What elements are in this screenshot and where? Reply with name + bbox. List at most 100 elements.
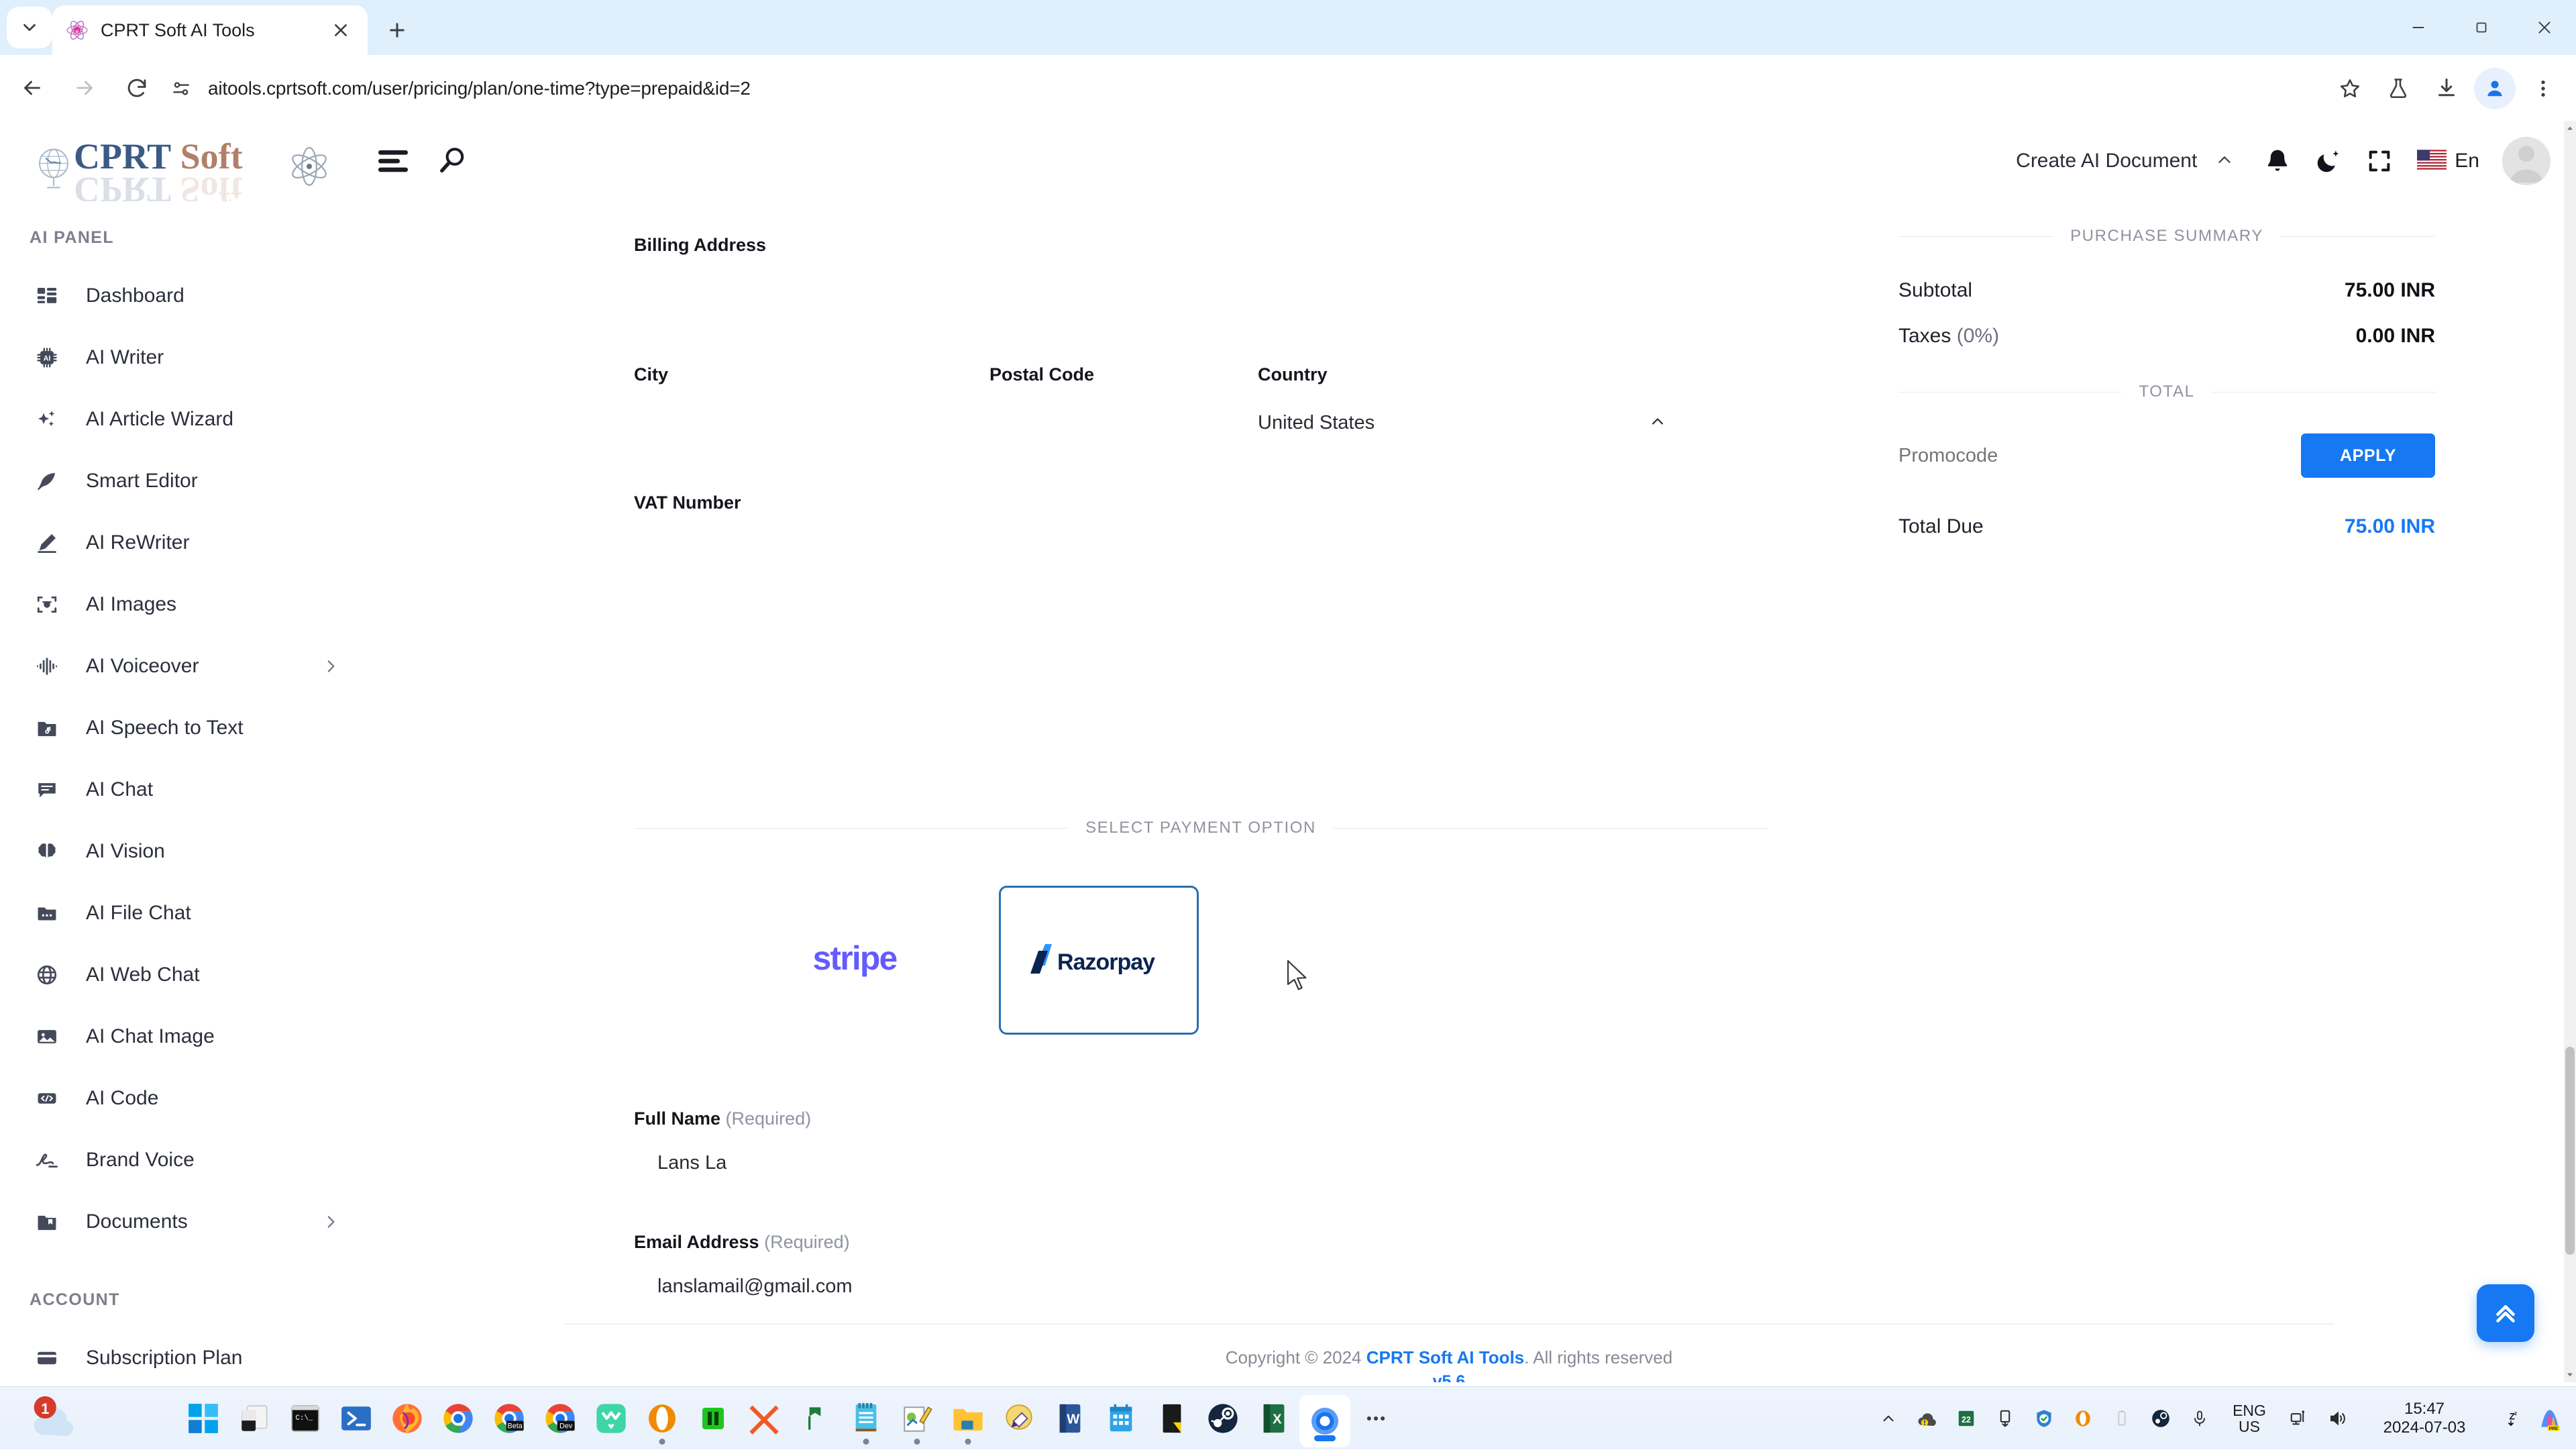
taskbar-opera[interactable] [637, 1387, 688, 1450]
avatar[interactable] [2502, 137, 2551, 185]
taskbar-paint-app[interactable] [892, 1387, 943, 1450]
taskbar-sticky-note-app[interactable] [994, 1387, 1044, 1450]
usb-eject-icon[interactable] [1986, 1387, 2025, 1450]
sidebar-item-dashboard[interactable]: Dashboard [0, 265, 362, 327]
taskbar-black-yellow-app[interactable] [1146, 1387, 1197, 1450]
apply-promocode-button[interactable]: APPLY [2301, 433, 2435, 478]
site-settings-icon[interactable] [168, 75, 195, 102]
sidebar-item-ai-images[interactable]: AI Images [0, 574, 362, 635]
scrollbar-up-arrow[interactable] [2564, 121, 2576, 136]
page-scrollbar[interactable] [2564, 121, 2576, 1382]
taskbar-notes-app[interactable] [841, 1387, 892, 1450]
taskbar-chrome-beta[interactable]: Beta [484, 1387, 535, 1450]
taskbar-chrome-dev[interactable]: Dev [535, 1387, 586, 1450]
theme-toggle-button[interactable] [2303, 136, 2354, 187]
back-button[interactable] [12, 68, 52, 108]
downloads-button[interactable] [2426, 68, 2467, 109]
sidebar[interactable]: AI PANEL Dashboard AI AI Writer AI Artic… [0, 201, 362, 1382]
taskbar-green-flag-app[interactable] [790, 1387, 841, 1450]
brand-logo[interactable]: CPRT Soft CPRT Soft [20, 126, 327, 210]
labs-button[interactable] [2377, 68, 2419, 109]
vat-number-input[interactable] [657, 539, 1731, 569]
new-tab-button[interactable] [379, 12, 415, 48]
taskbar-overflow-button[interactable] [1350, 1387, 1401, 1450]
billing-address-input[interactable] [657, 282, 1731, 311]
taskbar-steam[interactable] [1197, 1387, 1248, 1450]
calendar-22-icon[interactable]: 22 [1947, 1387, 1986, 1450]
browser-tab[interactable]: e CPRT Soft AI Tools [52, 5, 368, 55]
warning-cloud-icon[interactable] [1908, 1387, 1947, 1450]
profile-button[interactable] [2474, 68, 2516, 109]
sidebar-item-ai-file-chat[interactable]: AI File Chat [0, 882, 362, 944]
taskbar-microsoft-excel[interactable]: X [1248, 1387, 1299, 1450]
reload-button[interactable] [117, 68, 157, 108]
payment-option-razorpay[interactable]: Razorpay [999, 886, 1199, 1035]
steam-tray-icon[interactable] [2141, 1387, 2180, 1450]
scrollbar-thumb[interactable] [2565, 1047, 2575, 1255]
maximize-button[interactable] [2450, 0, 2513, 55]
battery-icon[interactable] [2102, 1387, 2141, 1450]
sidebar-item-ai-writer[interactable]: AI AI Writer [0, 327, 362, 389]
taskbar-windows-start[interactable] [178, 1387, 229, 1450]
footer-brand-link[interactable]: CPRT Soft AI Tools [1366, 1347, 1524, 1367]
browser-menu-button[interactable] [2522, 68, 2564, 109]
taskbar-green-app[interactable] [688, 1387, 739, 1450]
sidebar-item-ai-code[interactable]: AI Code [0, 1068, 362, 1129]
taskbar-command-prompt[interactable]: C:\_ [280, 1387, 331, 1450]
address-bar[interactable]: aitools.cprtsoft.com/user/pricing/plan/o… [168, 71, 2261, 106]
sidebar-item-ai-chat-image[interactable]: AI Chat Image [0, 1006, 362, 1068]
network-icon[interactable] [2279, 1387, 2318, 1450]
fullscreen-button[interactable] [2354, 136, 2405, 187]
close-window-button[interactable] [2513, 0, 2576, 55]
tray-expand-button[interactable] [1869, 1387, 1908, 1450]
sidebar-item-smart-editor[interactable]: Smart Editor [0, 450, 362, 512]
sidebar-item-ai-vision[interactable]: AI Vision [0, 821, 362, 882]
taskbar-microsoft-word[interactable]: W [1044, 1387, 1095, 1450]
close-tab-button[interactable] [326, 15, 356, 45]
promocode-input[interactable] [1898, 444, 2180, 467]
language-switcher[interactable]: En [2405, 149, 2491, 173]
sidebar-item-ai-voiceover[interactable]: AI Voiceover [0, 635, 362, 697]
sidebar-item-ai-rewriter[interactable]: AI ReWriter [0, 512, 362, 574]
volume-icon[interactable] [2318, 1387, 2357, 1450]
sidebar-item-ai-article-wizard[interactable]: AI Article Wizard [0, 389, 362, 450]
tab-list-button[interactable] [7, 7, 52, 48]
sidebar-toggle-button[interactable] [376, 145, 411, 177]
taskbar-weather-widget[interactable]: 1 [23, 1395, 131, 1442]
taskbar-google-chrome[interactable] [433, 1387, 484, 1450]
taskbar-file-explorer[interactable] [943, 1387, 994, 1450]
payment-option-stripe[interactable]: stripe [755, 886, 955, 1035]
taskbar-clock[interactable]: 15:47 2024-07-03 [2357, 1400, 2491, 1438]
bookmark-button[interactable] [2329, 68, 2371, 109]
create-ai-document-button[interactable]: Create AI Document [1998, 121, 2252, 201]
full-name-input[interactable]: Lans La [657, 1152, 1768, 1174]
tray-language-indicator[interactable]: ENG US [2219, 1402, 2279, 1435]
postal-code-input[interactable] [1013, 411, 1254, 441]
country-select[interactable]: United States [1258, 403, 1667, 443]
header-search-button[interactable] [436, 144, 471, 178]
taskbar-x-app[interactable] [739, 1387, 790, 1450]
scrollbar-down-arrow[interactable] [2564, 1367, 2576, 1382]
microphone-icon[interactable] [2180, 1387, 2219, 1450]
sleep-z-icon[interactable]: Z z [2491, 1387, 2530, 1450]
taskbar-powershell[interactable] [331, 1387, 382, 1450]
sidebar-item-subscription-plan[interactable]: Subscription Plan [0, 1327, 362, 1382]
city-input[interactable] [657, 411, 973, 441]
forward-button[interactable] [64, 68, 105, 108]
copilot-pre-icon[interactable]: PRE [2530, 1387, 2569, 1450]
taskbar-mx-player[interactable] [586, 1387, 637, 1450]
opera-tray-icon[interactable] [2063, 1387, 2102, 1450]
sidebar-item-documents[interactable]: Documents [0, 1191, 362, 1253]
sidebar-item-brand-voice[interactable]: Brand Voice [0, 1129, 362, 1191]
sidebar-item-ai-web-chat[interactable]: AI Web Chat [0, 944, 362, 1006]
minimize-button[interactable] [2387, 0, 2450, 55]
taskbar-firefox[interactable] [382, 1387, 433, 1450]
notifications-button[interactable] [2252, 136, 2303, 187]
taskbar-task-view[interactable] [229, 1387, 280, 1450]
email-input[interactable]: lanslamail@gmail.com [657, 1276, 1768, 1298]
taskbar-chromium-browser[interactable] [1299, 1395, 1350, 1447]
windows-security-icon[interactable] [2025, 1387, 2063, 1450]
sidebar-item-ai-speech-to-text[interactable]: AI Speech to Text [0, 697, 362, 759]
taskbar-calendar-app[interactable] [1095, 1387, 1146, 1450]
sidebar-item-ai-chat[interactable]: AI Chat [0, 759, 362, 821]
